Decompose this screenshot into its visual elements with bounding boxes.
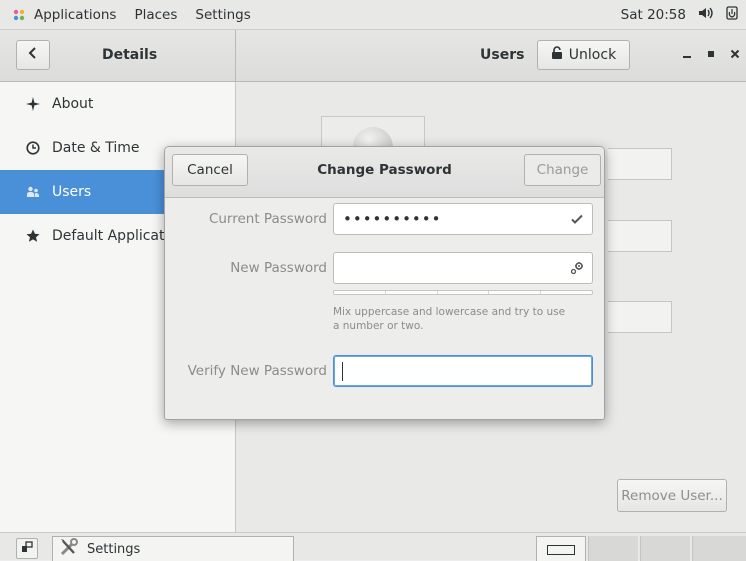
users-icon xyxy=(26,185,40,199)
strength-segment xyxy=(334,291,386,294)
new-password-label: New Password xyxy=(230,260,327,276)
settings-menu[interactable]: Settings xyxy=(195,7,250,23)
lock-icon xyxy=(551,46,563,64)
change-password-dialog: Cancel Change Password Change Current Pa… xyxy=(164,146,605,420)
chevron-left-icon xyxy=(28,47,38,63)
star-icon xyxy=(26,229,40,243)
password-strength-bar xyxy=(333,290,593,295)
show-desktop-icon xyxy=(21,540,33,557)
top-bar: Applications Places Settings Sat 20:58 xyxy=(0,0,746,30)
strength-segment xyxy=(541,291,592,294)
strength-segment xyxy=(438,291,490,294)
unlock-button[interactable]: Unlock xyxy=(537,40,630,70)
top-status: Sat 20:58 xyxy=(621,5,746,24)
text-cursor xyxy=(342,362,343,381)
back-button[interactable] xyxy=(16,40,50,70)
verify-password-label: Verify New Password xyxy=(187,363,327,379)
plus-star-icon xyxy=(26,97,40,111)
account-type-field[interactable] xyxy=(608,220,672,252)
volume-icon[interactable] xyxy=(698,6,714,24)
settings-tools-icon xyxy=(59,538,79,560)
sidebar-item-label: About xyxy=(52,96,94,112)
strength-segment xyxy=(386,291,438,294)
current-password-label: Current Password xyxy=(208,211,327,227)
minimize-icon xyxy=(682,48,692,63)
unlock-label: Unlock xyxy=(568,47,617,63)
clock[interactable]: Sat 20:58 xyxy=(621,7,686,23)
details-title: Details xyxy=(102,47,158,63)
change-button[interactable]: Change xyxy=(524,154,601,186)
show-desktop-button[interactable] xyxy=(16,538,38,559)
checkmark-icon xyxy=(570,212,584,226)
maximize-icon xyxy=(706,48,716,63)
password-hint: Mix uppercase and lowercase and try to u… xyxy=(333,306,566,332)
users-title: Users xyxy=(480,47,525,63)
maximize-button[interactable] xyxy=(702,46,720,64)
power-icon[interactable] xyxy=(726,5,738,24)
workspace-3[interactable] xyxy=(640,536,690,561)
clock-icon xyxy=(26,141,40,155)
sidebar-item-about[interactable]: About xyxy=(0,82,235,126)
remove-user-button[interactable]: Remove User... xyxy=(617,479,727,512)
taskbar-window-label: Settings xyxy=(87,541,141,557)
workspace-4[interactable] xyxy=(692,536,746,561)
strength-segment xyxy=(489,291,542,294)
close-icon xyxy=(730,48,740,63)
current-password-field[interactable]: •••••••••• xyxy=(333,203,593,235)
workspace-1[interactable] xyxy=(536,536,586,561)
name-field[interactable] xyxy=(608,148,672,180)
top-menu: Applications Places Settings xyxy=(0,0,269,30)
applications-icon xyxy=(12,8,26,22)
workspace-window-thumb xyxy=(547,545,575,555)
header-bar: Details Users Unlock xyxy=(0,30,746,82)
sidebar-item-label: Date & Time xyxy=(52,140,140,156)
password-field[interactable] xyxy=(608,301,672,333)
close-button[interactable] xyxy=(726,46,744,64)
taskbar: Settings xyxy=(0,532,746,561)
header-left-pane: Details xyxy=(0,30,236,81)
verify-password-field[interactable] xyxy=(333,355,593,387)
workspace-2[interactable] xyxy=(588,536,638,561)
new-password-field[interactable] xyxy=(333,252,593,284)
applications-menu[interactable]: Applications xyxy=(34,7,116,23)
minimize-button[interactable] xyxy=(678,46,696,64)
sidebar-item-label: Users xyxy=(52,184,92,200)
taskbar-window-settings[interactable]: Settings xyxy=(52,536,294,561)
generate-password-icon[interactable] xyxy=(570,261,584,275)
places-menu[interactable]: Places xyxy=(134,7,177,23)
current-password-value: •••••••••• xyxy=(343,210,442,228)
dialog-header: Cancel Change Password Change xyxy=(165,147,604,198)
